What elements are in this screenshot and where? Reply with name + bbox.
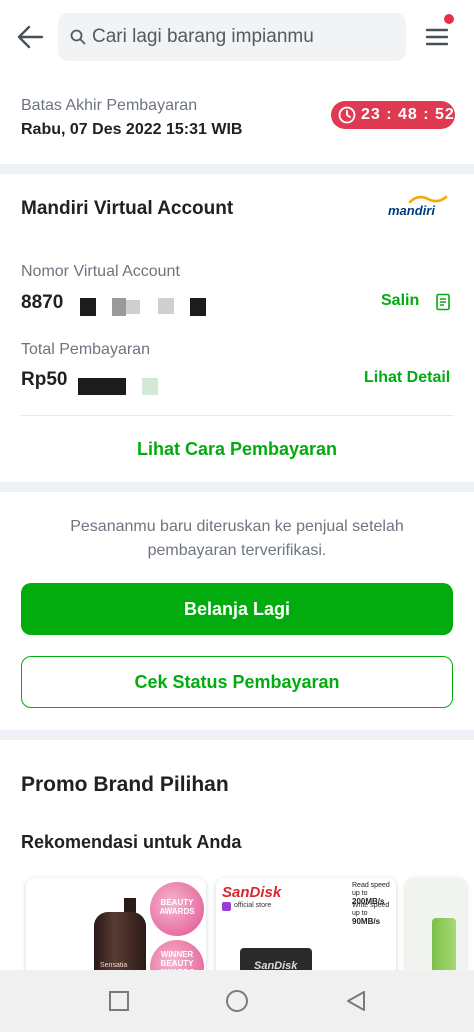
redaction-block bbox=[78, 378, 126, 395]
triangle-back-icon[interactable] bbox=[344, 989, 368, 1013]
countdown-timer: 23 : 48 : 52 bbox=[331, 101, 455, 129]
redaction-block bbox=[112, 298, 126, 316]
product-card[interactable]: Sensatia BEAUTY AWARDS WINNER BEAUTY AWA… bbox=[26, 878, 206, 978]
spec-label: Read speed up to bbox=[352, 882, 390, 897]
bank-logo-text: mandiri bbox=[388, 203, 435, 218]
section-divider bbox=[0, 730, 474, 740]
copy-label: Salin bbox=[381, 292, 420, 309]
info-message: Pesananmu baru diteruskan ke penjual set… bbox=[70, 518, 404, 559]
redaction-block bbox=[126, 300, 140, 314]
product-card[interactable] bbox=[406, 878, 466, 978]
spec-write: Write speed up to 90MB/s bbox=[352, 902, 396, 927]
recommendation-title: Rekomendasi untuk Anda bbox=[21, 832, 242, 852]
va-number: 8870 bbox=[21, 292, 64, 313]
deadline-value: Rabu, 07 Des 2022 15:31 WIB bbox=[21, 121, 243, 138]
redaction-block bbox=[142, 378, 158, 395]
app-header bbox=[0, 0, 474, 76]
product-label: Sensatia bbox=[100, 962, 128, 969]
notification-dot bbox=[444, 14, 454, 24]
tube-image bbox=[432, 918, 456, 978]
redaction-block bbox=[80, 298, 96, 316]
copy-va-button[interactable]: Salin bbox=[381, 292, 455, 314]
redaction-block bbox=[158, 298, 174, 314]
check-status-button[interactable]: Cek Status Pembayaran bbox=[21, 656, 453, 708]
store-label: official store bbox=[234, 902, 272, 909]
spec-label: Write speed up to bbox=[352, 902, 390, 917]
award-badge: BEAUTY AWARDS bbox=[150, 882, 204, 936]
search-input[interactable] bbox=[92, 13, 392, 61]
spec-value: 90MB/s bbox=[352, 917, 381, 926]
official-store-icon bbox=[222, 902, 231, 911]
clock-icon bbox=[338, 106, 356, 124]
square-icon[interactable] bbox=[108, 990, 130, 1012]
how-to-pay-link[interactable]: Lihat Cara Pembayaran bbox=[0, 439, 474, 460]
product-card[interactable]: SanDisk official store Read speed up to … bbox=[216, 878, 396, 978]
divider bbox=[21, 415, 453, 416]
timer-text: 23 : 48 : 52 bbox=[361, 106, 455, 123]
circle-icon[interactable] bbox=[225, 989, 249, 1013]
hamburger-menu-icon bbox=[425, 28, 449, 46]
system-nav-bar bbox=[0, 970, 474, 1032]
section-divider bbox=[0, 482, 474, 492]
promo-title: Promo Brand Pilihan bbox=[21, 773, 229, 796]
copy-icon bbox=[436, 293, 450, 311]
shop-again-button[interactable]: Belanja Lagi bbox=[21, 583, 453, 635]
section-divider bbox=[0, 164, 474, 174]
arrow-left-icon bbox=[17, 25, 44, 49]
view-detail-link[interactable]: Lihat Detail bbox=[364, 369, 450, 387]
total-payment-value: Rp50 bbox=[21, 369, 68, 390]
search-icon bbox=[70, 29, 86, 45]
payment-method-title: Mandiri Virtual Account bbox=[21, 198, 234, 219]
deadline-label: Batas Akhir Pembayaran bbox=[21, 97, 198, 114]
total-payment-label: Total Pembayaran bbox=[21, 341, 150, 358]
back-button[interactable] bbox=[14, 20, 48, 54]
va-number-label: Nomor Virtual Account bbox=[21, 263, 180, 280]
brand-logo: SanDisk bbox=[222, 884, 282, 901]
redaction-block bbox=[190, 298, 206, 316]
menu-button[interactable] bbox=[420, 20, 454, 54]
mandiri-logo: mandiri bbox=[388, 194, 454, 220]
search-bar[interactable] bbox=[58, 13, 406, 61]
